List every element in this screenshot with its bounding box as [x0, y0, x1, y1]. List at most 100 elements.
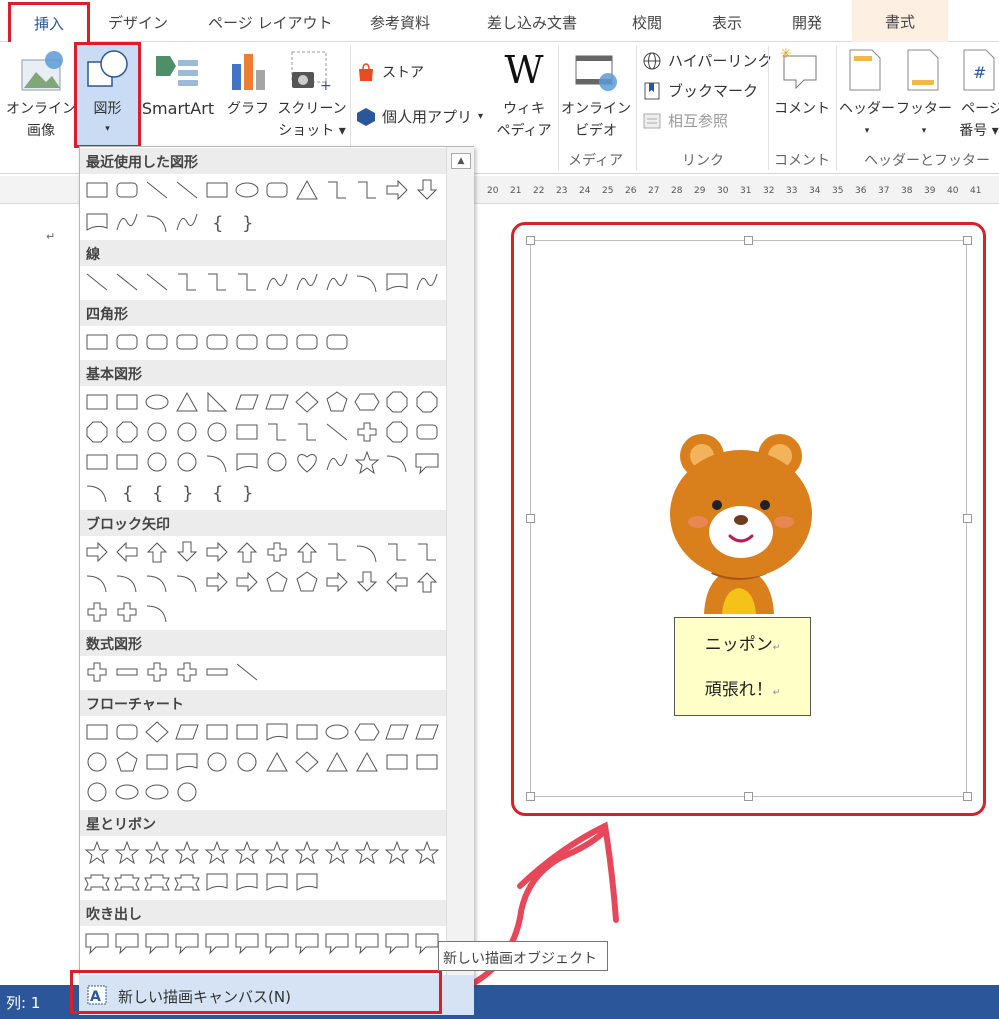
shape-tri-icon[interactable]	[322, 748, 352, 776]
shape-rect-icon[interactable]	[82, 328, 112, 356]
shape-pent-icon[interactable]	[262, 568, 292, 596]
cross-reference-button[interactable]: 相互参照	[642, 110, 728, 131]
my-apps-button[interactable]: 個人用アプリ ▾	[356, 106, 483, 127]
shape-arrowd-icon[interactable]	[412, 176, 442, 204]
shape-elbow-icon[interactable]	[322, 176, 352, 204]
shape-oct-icon[interactable]	[412, 388, 442, 416]
shape-doc-icon[interactable]	[172, 748, 202, 776]
store-button[interactable]: ストア	[356, 62, 424, 82]
shape-oval-icon[interactable]	[142, 778, 172, 806]
shape-star-icon[interactable]	[382, 838, 412, 866]
shape-line-icon[interactable]	[142, 268, 172, 296]
shape-circle-icon[interactable]	[172, 418, 202, 446]
shape-star-icon[interactable]	[412, 838, 442, 866]
shape-circle-icon[interactable]	[82, 748, 112, 776]
shape-oval-icon[interactable]	[112, 778, 142, 806]
shape-ribbon-icon[interactable]	[112, 868, 142, 896]
shape-brace-icon[interactable]: {	[202, 208, 232, 236]
shape-rrect-icon[interactable]	[172, 328, 202, 356]
shape-callout-icon[interactable]	[112, 928, 142, 956]
shape-minus-icon[interactable]	[202, 658, 232, 686]
shape-arrowd-icon[interactable]	[172, 538, 202, 566]
shape-doc-icon[interactable]	[262, 718, 292, 746]
online-image-button[interactable]: オンライン 画像	[6, 98, 76, 142]
shape-rtri-icon[interactable]	[202, 388, 232, 416]
shape-arrowd-icon[interactable]	[352, 568, 382, 596]
shape-heart-icon[interactable]	[292, 448, 322, 476]
shape-callout-icon[interactable]	[262, 928, 292, 956]
shape-star-icon[interactable]	[292, 838, 322, 866]
tab-view[interactable]: 表示	[712, 12, 742, 33]
chart-button[interactable]: グラフ	[222, 98, 274, 120]
tab-design[interactable]: デザイン	[108, 12, 168, 33]
shape-circle-icon[interactable]	[202, 748, 232, 776]
footer-button[interactable]: フッター	[894, 98, 954, 120]
shape-star-icon[interactable]	[172, 838, 202, 866]
shape-rrect-icon[interactable]	[322, 328, 352, 356]
shape-doc-icon[interactable]	[202, 868, 232, 896]
shape-arc-icon[interactable]	[82, 478, 112, 506]
shape-rrect-icon[interactable]	[112, 176, 142, 204]
shape-callout-icon[interactable]	[82, 928, 112, 956]
shape-line-icon[interactable]	[172, 176, 202, 204]
shape-rrect-icon[interactable]	[112, 718, 142, 746]
shape-curve-icon[interactable]	[412, 268, 442, 296]
shape-circle-icon[interactable]	[172, 778, 202, 806]
shape-star-icon[interactable]	[352, 838, 382, 866]
shape-star-icon[interactable]	[202, 838, 232, 866]
shape-arrowr-icon[interactable]	[322, 568, 352, 596]
tab-page-layout[interactable]: ページ レイアウト	[208, 12, 332, 33]
tab-format[interactable]: 書式	[852, 0, 948, 42]
page-number-button-line2[interactable]: 番号 ▾	[954, 120, 999, 142]
shape-circle-icon[interactable]	[262, 448, 292, 476]
shape-curve-icon[interactable]	[292, 268, 322, 296]
shape-doc-icon[interactable]	[232, 448, 262, 476]
shape-rrect-icon[interactable]	[202, 328, 232, 356]
shape-doc-icon[interactable]	[382, 268, 412, 296]
text-box-note[interactable]: ニッポン↵ 頑張れ！↵	[674, 617, 811, 716]
shape-braceR-icon[interactable]: }	[232, 208, 262, 236]
shape-curve-icon[interactable]	[112, 208, 142, 236]
shape-rrect-icon[interactable]	[262, 328, 292, 356]
online-video-button-line1[interactable]: オンライン	[558, 98, 634, 120]
shape-line-icon[interactable]	[82, 268, 112, 296]
shape-arc-icon[interactable]	[142, 568, 172, 596]
screenshot-button-line1[interactable]: スクリーン	[276, 98, 348, 120]
shape-circle-icon[interactable]	[82, 778, 112, 806]
shape-pent-icon[interactable]	[292, 568, 322, 596]
shape-braceR-icon[interactable]: }	[172, 478, 202, 506]
shape-oval-icon[interactable]	[322, 718, 352, 746]
shape-line-icon[interactable]	[112, 268, 142, 296]
shape-para-icon[interactable]	[412, 718, 442, 746]
shape-rect-icon[interactable]	[412, 748, 442, 776]
shape-tri-icon[interactable]	[262, 748, 292, 776]
shape-braceR-icon[interactable]: }	[232, 478, 262, 506]
tab-review[interactable]: 校閲	[632, 12, 662, 33]
shape-star-icon[interactable]	[232, 838, 262, 866]
shape-brace-icon[interactable]: {	[202, 478, 232, 506]
shape-callout-icon[interactable]	[322, 928, 352, 956]
shape-rect-icon[interactable]	[232, 718, 262, 746]
shape-callout-icon[interactable]	[172, 928, 202, 956]
shape-rect-icon[interactable]	[82, 176, 112, 204]
shape-arrowr-icon[interactable]	[202, 568, 232, 596]
shape-diamond-icon[interactable]	[142, 718, 172, 746]
shape-elbow-icon[interactable]	[352, 176, 382, 204]
shape-plus-icon[interactable]	[352, 418, 382, 446]
shape-arrowl-icon[interactable]	[382, 568, 412, 596]
shape-star-icon[interactable]	[262, 838, 292, 866]
shape-ribbon-icon[interactable]	[142, 868, 172, 896]
shape-arc-icon[interactable]	[352, 538, 382, 566]
shape-diamond-icon[interactable]	[292, 388, 322, 416]
shape-arc-icon[interactable]	[112, 568, 142, 596]
shape-arrowr-icon[interactable]	[202, 538, 232, 566]
shape-plus-icon[interactable]	[142, 658, 172, 686]
shape-rect-icon[interactable]	[112, 388, 142, 416]
shape-arc-icon[interactable]	[142, 598, 172, 626]
shape-rrect-icon[interactable]	[142, 328, 172, 356]
shape-rrect-icon[interactable]	[262, 176, 292, 204]
shape-elbow-icon[interactable]	[412, 538, 442, 566]
shape-arc-icon[interactable]	[172, 568, 202, 596]
shape-rect-icon[interactable]	[142, 748, 172, 776]
shape-arc-icon[interactable]	[352, 268, 382, 296]
